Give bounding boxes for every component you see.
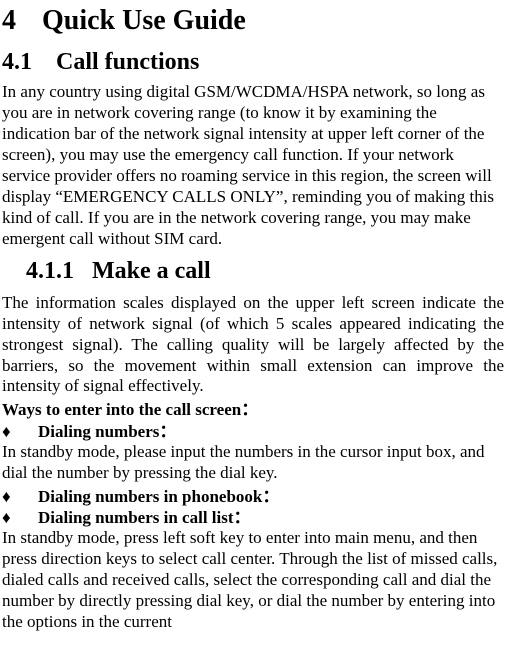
paragraph-dialing-numbers: In standby mode, please input the number…	[2, 442, 504, 484]
bullet-item-3: ♦ Dialing numbers in call list：	[2, 507, 504, 528]
diamond-icon: ♦	[2, 507, 38, 528]
ways-label: Ways to enter into the call screen：	[2, 399, 504, 420]
heading-1-title: Quick Use Guide	[42, 5, 246, 36]
diamond-icon: ♦	[2, 421, 38, 442]
bullet-item-2: ♦ Dialing numbers in phonebook：	[2, 486, 504, 507]
bullet-text-2: Dialing numbers in phonebook：	[38, 486, 279, 507]
bullet-item-1: ♦ Dialing numbers：	[2, 421, 504, 442]
bullet-text-3: Dialing numbers in call list：	[38, 507, 251, 528]
heading-3-title: Make a call	[92, 258, 211, 284]
heading-1: 4Quick Use Guide	[2, 4, 504, 38]
paragraph-signal: The information scales displayed on the …	[2, 293, 504, 398]
heading-1-number: 4	[2, 4, 42, 38]
heading-3-number: 4.1.1	[26, 256, 92, 287]
heading-3: 4.1.1Make a call	[2, 256, 504, 287]
paragraph-intro: In any country using digital GSM/WCDMA/H…	[2, 82, 504, 249]
heading-2: 4.1Call functions	[2, 48, 504, 77]
paragraph-call-list: In standby mode, press left soft key to …	[2, 528, 504, 633]
heading-2-title: Call functions	[56, 49, 199, 75]
diamond-icon: ♦	[2, 486, 38, 507]
heading-2-number: 4.1	[2, 48, 56, 77]
bullet-text-1: Dialing numbers：	[38, 421, 176, 442]
